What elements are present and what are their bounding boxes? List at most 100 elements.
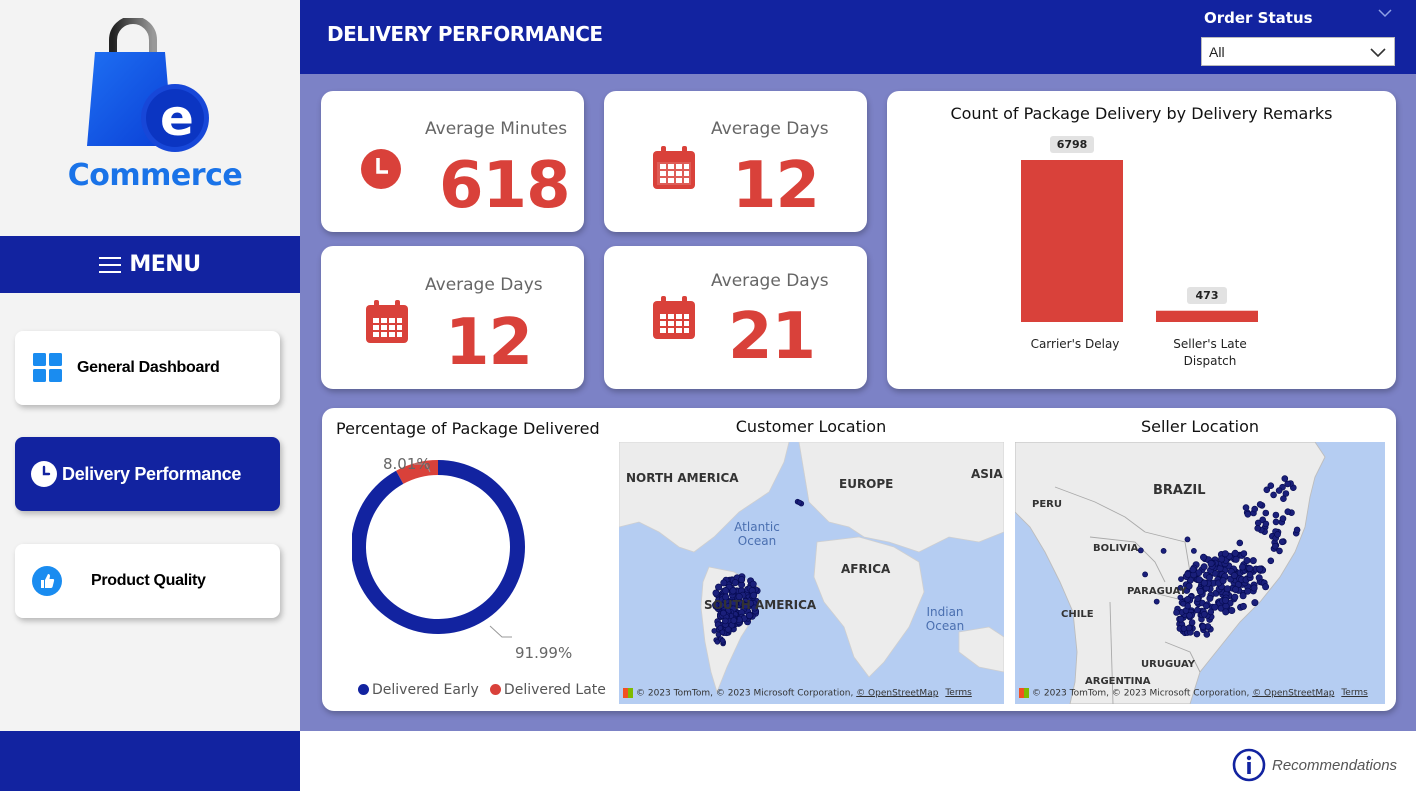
ecommerce-logo: e Commerce — [55, 16, 255, 198]
map-label-north-america: NORTH AMERICA — [626, 471, 739, 485]
bar[interactable] — [1156, 310, 1258, 322]
calendar-icon — [366, 300, 408, 343]
location-dot — [1284, 508, 1292, 515]
grid-icon — [33, 353, 62, 382]
location-dot — [712, 589, 720, 597]
product-quality-label: Product Quality — [91, 572, 206, 589]
clock-icon — [31, 461, 57, 487]
location-dot — [715, 583, 723, 591]
location-dot — [1137, 547, 1144, 554]
page-header: DELIVERY PERFORMANCE Order Status All — [300, 0, 1416, 74]
south-america-map-graphic — [1015, 442, 1326, 704]
legend-item-late[interactable]: Delivered Late — [489, 681, 606, 698]
location-dot — [1200, 579, 1208, 587]
kpi-value: 12 — [732, 149, 820, 223]
ocean-label-atlantic: Atlantic Ocean — [729, 520, 785, 548]
general-dashboard-label: General Dashboard — [77, 359, 220, 376]
location-dot — [1207, 608, 1215, 616]
map-attribution: © 2023 TomTom, © 2023 Microsoft Corporat… — [623, 687, 972, 698]
menu-label: MENU — [129, 252, 201, 277]
location-dot — [1184, 536, 1191, 543]
location-dot — [1206, 594, 1214, 602]
terms-link[interactable]: Terms — [1341, 688, 1368, 698]
location-dot — [1270, 491, 1277, 499]
donut-legend: Delivered Early Delivered Late — [358, 680, 612, 699]
location-dot — [1239, 563, 1247, 571]
attribution-text: © 2023 TomTom, © 2023 Microsoft Corporat… — [636, 688, 854, 698]
terms-link[interactable]: Terms — [945, 688, 972, 698]
delivery-performance-button[interactable]: Delivery Performance — [15, 437, 280, 511]
location-dot — [1246, 565, 1254, 573]
osm-link[interactable]: © OpenStreetMap — [1252, 688, 1334, 698]
location-dot — [1142, 571, 1149, 578]
location-dot — [1178, 576, 1184, 582]
location-dot — [1274, 531, 1281, 538]
location-dot — [1254, 525, 1261, 532]
location-dot — [1228, 607, 1236, 615]
location-dot — [1201, 611, 1208, 618]
location-dot — [1243, 557, 1251, 565]
location-dot — [1205, 574, 1213, 582]
info-icon — [1232, 748, 1266, 782]
calendar-icon — [653, 296, 695, 339]
location-dot — [1275, 487, 1283, 494]
location-dot — [1221, 550, 1229, 558]
bar[interactable] — [1021, 160, 1123, 322]
location-dot — [1184, 570, 1192, 578]
map-label-south-america: SOUTH AMERICA — [704, 598, 817, 612]
location-dot — [749, 580, 757, 588]
location-dot — [1276, 547, 1283, 555]
microsoft-logo-icon — [623, 687, 633, 698]
chevron-down-icon — [1370, 48, 1386, 58]
donut-early-label: 91.99% — [515, 644, 573, 662]
location-dot — [1279, 515, 1287, 522]
location-dot — [1173, 609, 1180, 616]
location-dot — [746, 612, 754, 620]
location-dot — [722, 587, 730, 595]
product-quality-button[interactable]: Product Quality — [15, 544, 280, 618]
location-dot — [1230, 572, 1238, 580]
legend-item-early[interactable]: Delivered Early — [358, 682, 479, 698]
menu-header[interactable]: MENU — [0, 236, 300, 293]
location-dot — [1153, 598, 1160, 605]
location-dot — [1232, 586, 1240, 594]
kpi-card-average-days-1[interactable]: Average Days 12 — [604, 91, 867, 232]
bar-chart-plot — [1021, 160, 1258, 322]
location-dot — [1244, 587, 1252, 595]
customer-location-map[interactable]: NORTH AMERICA EUROPE ASIA AFRICA SOUTH A… — [619, 442, 1004, 704]
location-dot — [1188, 619, 1196, 626]
legend-label: Delivered Late — [503, 681, 606, 698]
attribution-text: © 2023 TomTom, © 2023 Microsoft Corporat… — [1032, 688, 1250, 698]
location-dot — [1207, 560, 1215, 568]
kpi-card-average-days-2[interactable]: Average Days 12 — [321, 246, 584, 389]
bar-chart-card[interactable]: Count of Package Delivery by Delivery Re… — [887, 91, 1396, 389]
location-dot — [731, 579, 739, 587]
kpi-card-average-days-3[interactable]: Average Days 21 — [604, 246, 867, 389]
leader-line — [489, 625, 512, 638]
delivery-performance-label: Delivery Performance — [62, 463, 242, 484]
kpi-card-average-minutes[interactable]: Average Minutes 618 — [321, 91, 584, 232]
general-dashboard-button[interactable]: General Dashboard — [15, 331, 280, 405]
seller-location-map[interactable]: BRAZIL PERU BOLIVIA PARAGUAY CHILE URUGU… — [1015, 442, 1385, 704]
legend-label: Delivered Early — [372, 681, 479, 698]
order-status-label: Order Status — [1204, 9, 1313, 27]
location-dot — [1267, 557, 1275, 565]
location-dot — [1180, 600, 1187, 607]
kpi-title: Average Days — [425, 275, 543, 295]
ocean-label-line: Atlantic — [734, 520, 780, 534]
ocean-label-line: Indian — [926, 605, 964, 619]
slicer-collapse-chevron-icon[interactable] — [1378, 8, 1392, 18]
map-label-brazil: BRAZIL — [1153, 483, 1206, 498]
map-label-uruguay: URUGUAY — [1141, 659, 1195, 670]
bar-category-label: Dispatch — [1183, 354, 1237, 368]
order-status-dropdown[interactable]: All — [1201, 37, 1395, 66]
location-dot — [1194, 606, 1201, 614]
location-dot — [1203, 631, 1211, 638]
page-title: DELIVERY PERFORMANCE — [327, 22, 603, 46]
osm-link[interactable]: © OpenStreetMap — [856, 688, 938, 698]
sidebar: e Commerce MENU General Dashboard Delive… — [0, 0, 300, 791]
recommendations-button[interactable]: Recommendations — [1232, 748, 1397, 782]
map-label-asia: ASIA — [971, 467, 1003, 481]
sidebar-footer-bar — [0, 731, 300, 791]
donut-slice[interactable] — [352, 460, 525, 634]
